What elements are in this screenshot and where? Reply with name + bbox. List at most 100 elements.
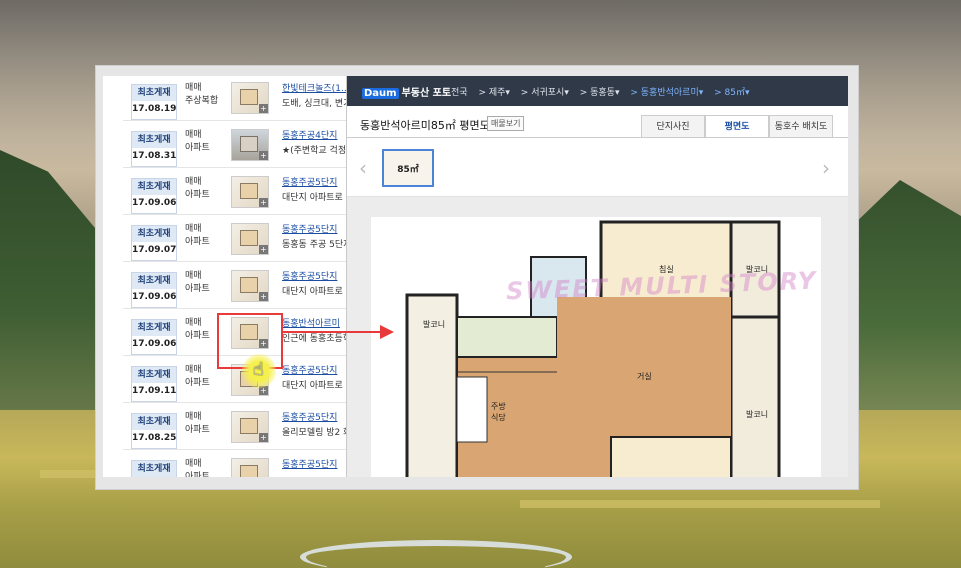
thumbnail-image	[240, 418, 258, 434]
pointer-arrow-head	[380, 325, 394, 339]
breadcrumb-item[interactable]: > 동홍동▾	[580, 88, 620, 98]
plus-icon[interactable]: +	[259, 433, 268, 442]
listing-description: ★(주변학교 걱정!	[282, 146, 346, 156]
listing-row[interactable]: 최초게재17.09.06 매매아파트 + 동홍주공5단지	[123, 452, 346, 477]
property-type: 아파트	[185, 378, 210, 388]
posted-date: 17.09.06	[132, 339, 177, 349]
tab-unit-layout[interactable]: 동호수 배치도	[769, 115, 833, 139]
balcony-label-3: 발코니	[423, 319, 445, 329]
plus-icon[interactable]: +	[259, 198, 268, 207]
balcony-label-2: 발코니	[746, 409, 768, 419]
first-posted-badge: 최초게재17.09.06	[131, 178, 177, 214]
listing-thumbnail[interactable]: +	[231, 223, 269, 255]
view-listings-button[interactable]: 매물보기	[487, 116, 525, 131]
badge-label: 최초게재	[132, 85, 176, 101]
thumbnail-image	[240, 465, 258, 477]
listing-list[interactable]: 최초게재17.08.19매매주상복합+한빛테크놀즈(1…도배, 싱크대, 변기……	[103, 76, 346, 477]
breadcrumb-item[interactable]: 전국	[451, 88, 468, 98]
property-type: 아파트	[185, 190, 210, 200]
top-navigation-bar: Daum 부동산 포토 전국 > 제주▾ > 서귀포시▾ > 동홍동▾ > 동홍반…	[347, 76, 848, 106]
chevron-right-icon[interactable]: ›	[822, 156, 830, 180]
listing-type: 매매 아파트	[185, 223, 225, 249]
posted-date: 17.09.06	[132, 198, 177, 208]
listing-title-link[interactable]: 동홍주공4단지	[282, 128, 337, 141]
size-thumbnail[interactable]: 85㎡	[382, 149, 434, 187]
page-title: 동홍반석아르미85㎡ 평면도	[360, 119, 490, 132]
plus-icon[interactable]: +	[259, 104, 268, 113]
daum-logo[interactable]: Daum 부동산 포토	[362, 84, 451, 99]
listing-title-link[interactable]: 동홍주공5단지	[282, 222, 337, 235]
trade-type: 매매	[185, 130, 202, 140]
posted-date: 17.09.11	[132, 386, 177, 396]
listing-type: 매매 주상복합	[185, 82, 225, 108]
plus-icon[interactable]: +	[259, 151, 268, 160]
property-type: 아파트	[185, 284, 210, 294]
floorplan-drawing: 발코니 발코니 발코니 침실 거실 주방 식당	[405, 220, 781, 477]
listing-type: 매매 아파트	[185, 411, 225, 437]
listing-description: 대단지 아파트로 거	[282, 193, 346, 203]
floorplan-image: 발코니 발코니 발코니 침실 거실 주방 식당 SWEET MULTI STOR…	[371, 217, 821, 477]
dining-label: 식당	[491, 412, 506, 422]
listing-title-link[interactable]: 동홍주공5단지	[282, 457, 337, 470]
breadcrumb-item[interactable]: > 서귀포시▾	[521, 88, 569, 98]
listing-title-link[interactable]: 동홍주공5단지	[282, 410, 337, 423]
floorplan-panel: Daum 부동산 포토 전국 > 제주▾ > 서귀포시▾ > 동홍동▾ > 동홍반…	[346, 76, 848, 477]
posted-date: 17.09.06	[132, 292, 177, 302]
breadcrumb-item-current[interactable]: > 동홍반석아르미▾	[630, 88, 703, 98]
listing-row[interactable]: 최초게재 17.09.06 매매아파트 + 동홍주공5단지대단지 아파트로 거	[123, 170, 346, 215]
first-posted-badge: 최초게재 17.08.25	[131, 413, 177, 449]
listing-description: 도배, 싱크대, 변기…	[282, 99, 346, 109]
listing-title-link[interactable]: 한빛테크놀즈(1…	[282, 81, 346, 94]
listing-thumbnail[interactable]: +	[231, 270, 269, 302]
living-room-label: 거실	[637, 371, 652, 381]
hand-cursor-icon: ☝	[253, 359, 264, 380]
badge-label: 최초게재	[132, 461, 176, 477]
badge-label: 최초게재	[132, 226, 176, 242]
listing-row[interactable]: 최초게재 17.09.06 매매아파트 + 동홍주공5단지대단지 아파트로 거	[123, 264, 346, 309]
property-type: 아파트	[185, 472, 210, 477]
listing-thumbnail[interactable]: +	[231, 129, 269, 161]
breadcrumb-item-size[interactable]: > 85㎡▾	[714, 88, 749, 98]
listing-row[interactable]: 최초게재 17.08.19 매매주상복합 + 한빛테크놀즈(1… 도배, 싱크대, 변기…	[123, 76, 346, 121]
browser-content: 최초게재17.08.19매매주상복합+한빛테크놀즈(1…도배, 싱크대, 변기……	[103, 76, 848, 477]
chevron-left-icon[interactable]: ‹	[359, 156, 367, 180]
trade-type: 매매	[185, 224, 202, 234]
breadcrumb-item[interactable]: > 제주▾	[478, 88, 509, 98]
mountain-right	[850, 180, 961, 420]
listing-type: 매매 아파트	[185, 458, 225, 477]
pointer-arrow-line	[282, 331, 380, 333]
posted-date: 17.08.25	[132, 433, 177, 443]
badge-label: 최초게재	[132, 414, 176, 430]
daum-brand: Daum	[362, 88, 399, 99]
first-posted-badge: 최초게재17.09.06	[131, 460, 177, 477]
listing-row[interactable]: 최초게재 17.08.25 매매 아파트 + 동홍주공5단지 올리모델링 방2 화	[123, 405, 346, 450]
listing-row[interactable]: 최초게재 17.09.07 매매 아파트 + 동홍주공5단지 동홍동 주공 5단지	[123, 217, 346, 262]
posted-date: 17.09.07	[132, 245, 177, 255]
listing-thumbnail[interactable]: +	[231, 82, 269, 114]
badge-label: 최초게재	[132, 367, 176, 383]
listing-description: 대단지 아파트로 거	[282, 287, 346, 297]
plus-icon[interactable]: +	[259, 292, 268, 301]
thumbnail-image	[240, 89, 258, 105]
posted-date: 17.08.31	[132, 151, 177, 161]
badge-label: 최초게재	[132, 320, 176, 336]
listing-title-link[interactable]: 동홍주공5단지	[282, 175, 337, 188]
listing-thumbnail[interactable]: +	[231, 176, 269, 208]
first-posted-badge: 최초게재 17.09.11	[131, 366, 177, 402]
listing-row[interactable]: 최초게재 17.08.31 매매 아파트 + 동홍주공4단지 ★(주변학교 걱정!	[123, 123, 346, 168]
listing-title-link[interactable]: 동홍반석아르미	[282, 316, 340, 329]
property-type: 아파트	[185, 143, 210, 153]
property-type: 주상복합	[185, 96, 219, 106]
service-name: 부동산 포토	[401, 88, 452, 99]
tab-floorplan[interactable]: 평면도	[705, 115, 769, 139]
plus-icon[interactable]: +	[259, 245, 268, 254]
listing-thumbnail[interactable]: +	[231, 411, 269, 443]
first-posted-badge: 최초게재 17.09.06	[131, 319, 177, 355]
tab-complex-photos[interactable]: 단지사진	[641, 115, 705, 139]
listing-title-link[interactable]: 동홍주공5단지	[282, 363, 337, 376]
listing-title-link[interactable]: 동홍주공5단지	[282, 269, 337, 282]
listing-thumbnail[interactable]: +	[231, 458, 269, 477]
listing-type: 매매아파트	[185, 129, 225, 155]
badge-label: 최초게재	[132, 273, 176, 289]
thumbnail-image	[240, 277, 258, 293]
